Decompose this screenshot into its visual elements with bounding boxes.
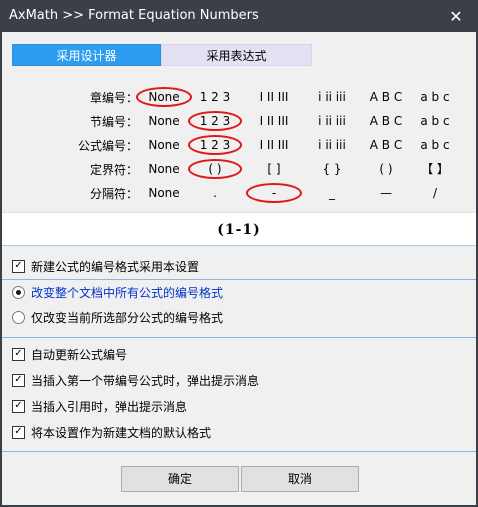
option-cell[interactable]: ( )	[356, 159, 416, 179]
row-equation-number: 公式编号： None 1 2 3 I II III i ii iii A B C…	[2, 135, 476, 155]
option-cell[interactable]: /	[408, 183, 462, 203]
option-cell[interactable]: a b c	[408, 135, 462, 155]
checkbox-apply-new-equations[interactable]: ✓ 新建公式的编号格式采用本设置	[12, 258, 199, 274]
title-bar[interactable]: AxMath >> Format Equation Numbers ✕	[0, 0, 478, 32]
option-cell[interactable]: i ii iii	[302, 135, 362, 155]
option-cell[interactable]: .	[188, 183, 242, 203]
radio-label: 仅改变当前所选部分公式的编号格式	[31, 310, 224, 325]
option-cell[interactable]: a b c	[408, 111, 462, 131]
dialog-window: AxMath >> Format Equation Numbers ✕ 采用设计…	[0, 0, 478, 507]
checkbox-label: 当插入引用时，弹出提示消息	[31, 399, 188, 414]
checkbox-check-icon: ✓	[12, 425, 25, 439]
option-cell[interactable]: I II III	[246, 111, 302, 131]
option-cell[interactable]: None	[136, 87, 192, 107]
option-cell[interactable]: { }	[302, 159, 362, 179]
checkbox-auto-update-numbers[interactable]: ✓ 自动更新公式编号	[12, 346, 127, 362]
row-delimiter: 定界符： None ( ) [ ] { } ( ) 【 】	[2, 159, 476, 179]
radio-selected-icon	[12, 285, 25, 299]
row-label: 定界符：	[89, 163, 138, 177]
window-title: AxMath >> Format Equation Numbers	[9, 8, 259, 23]
checkbox-prompt-insert-reference[interactable]: ✓ 当插入引用时，弹出提示消息	[12, 398, 187, 414]
cancel-button[interactable]: 取消	[241, 466, 359, 492]
option-cell[interactable]: I II III	[246, 87, 302, 107]
checkbox-check-icon: ✓	[12, 373, 25, 387]
divider	[2, 279, 476, 280]
radio-change-selected-equations[interactable]: 仅改变当前所选部分公式的编号格式	[12, 309, 223, 325]
option-cell[interactable]: None	[136, 159, 192, 179]
row-section-number: 节编号： None 1 2 3 I II III i ii iii A B C …	[2, 111, 476, 131]
close-icon: ✕	[449, 6, 463, 26]
tab-designer[interactable]: 采用设计器	[12, 44, 161, 66]
checkbox-check-icon: ✓	[12, 259, 25, 273]
row-label: 公式编号：	[77, 139, 138, 153]
option-cell[interactable]: A B C	[356, 111, 416, 131]
option-cell[interactable]: None	[136, 183, 192, 203]
divider	[2, 451, 476, 452]
close-button[interactable]: ✕	[434, 0, 478, 32]
row-label: 章编号：	[89, 91, 138, 105]
option-cell[interactable]: 1 2 3	[188, 87, 242, 107]
option-cell[interactable]: i ii iii	[302, 111, 362, 131]
radio-unselected-icon	[12, 310, 25, 324]
option-cell[interactable]: _	[302, 183, 362, 203]
option-cell[interactable]: ( )	[188, 159, 242, 179]
dialog-client-area: 采用设计器 采用表达式 章编号： None 1 2 3 I II III i i…	[2, 32, 476, 505]
option-cell[interactable]: None	[136, 135, 192, 155]
option-cell[interactable]: i ii iii	[302, 87, 362, 107]
ok-button[interactable]: 确定	[121, 466, 239, 492]
option-cell[interactable]: A B C	[356, 87, 416, 107]
option-cell[interactable]: a b c	[408, 87, 462, 107]
tab-bar: 采用设计器 采用表达式	[12, 44, 312, 66]
checkbox-check-icon: ✓	[12, 399, 25, 413]
option-cell[interactable]: 1 2 3	[188, 111, 242, 131]
row-label: 节编号：	[89, 115, 138, 129]
row-separator: 分隔符： None . - _ — /	[2, 183, 476, 203]
option-cell[interactable]: [ ]	[246, 159, 302, 179]
number-preview: (1-1)	[2, 212, 476, 246]
option-cell[interactable]: A B C	[356, 135, 416, 155]
option-cell[interactable]: —	[356, 183, 416, 203]
row-label: 分隔符：	[89, 187, 138, 201]
checkbox-label: 当插入第一个带编号公式时，弹出提示消息	[31, 373, 260, 388]
checkbox-label: 自动更新公式编号	[31, 347, 128, 362]
option-cell[interactable]: I II III	[246, 135, 302, 155]
checkbox-label: 新建公式的编号格式采用本设置	[31, 259, 200, 274]
checkbox-check-icon: ✓	[12, 347, 25, 361]
option-cell[interactable]: -	[246, 183, 302, 203]
row-chapter-number: 章编号： None 1 2 3 I II III i ii iii A B C …	[2, 87, 476, 107]
radio-change-all-equations[interactable]: 改变整个文档中所有公式的编号格式	[12, 284, 223, 300]
divider	[2, 337, 476, 338]
checkbox-label: 将本设置作为新建文档的默认格式	[31, 425, 212, 440]
radio-label: 改变整个文档中所有公式的编号格式	[31, 285, 224, 300]
tab-expression[interactable]: 采用表达式	[161, 44, 312, 66]
option-cell[interactable]: None	[136, 111, 192, 131]
option-cell[interactable]: 1 2 3	[188, 135, 242, 155]
option-cell[interactable]: 【 】	[408, 159, 462, 179]
format-designer-grid: 章编号： None 1 2 3 I II III i ii iii A B C …	[2, 79, 476, 209]
checkbox-default-for-new-docs[interactable]: ✓ 将本设置作为新建文档的默认格式	[12, 424, 211, 440]
checkbox-prompt-first-numbered[interactable]: ✓ 当插入第一个带编号公式时，弹出提示消息	[12, 372, 259, 388]
